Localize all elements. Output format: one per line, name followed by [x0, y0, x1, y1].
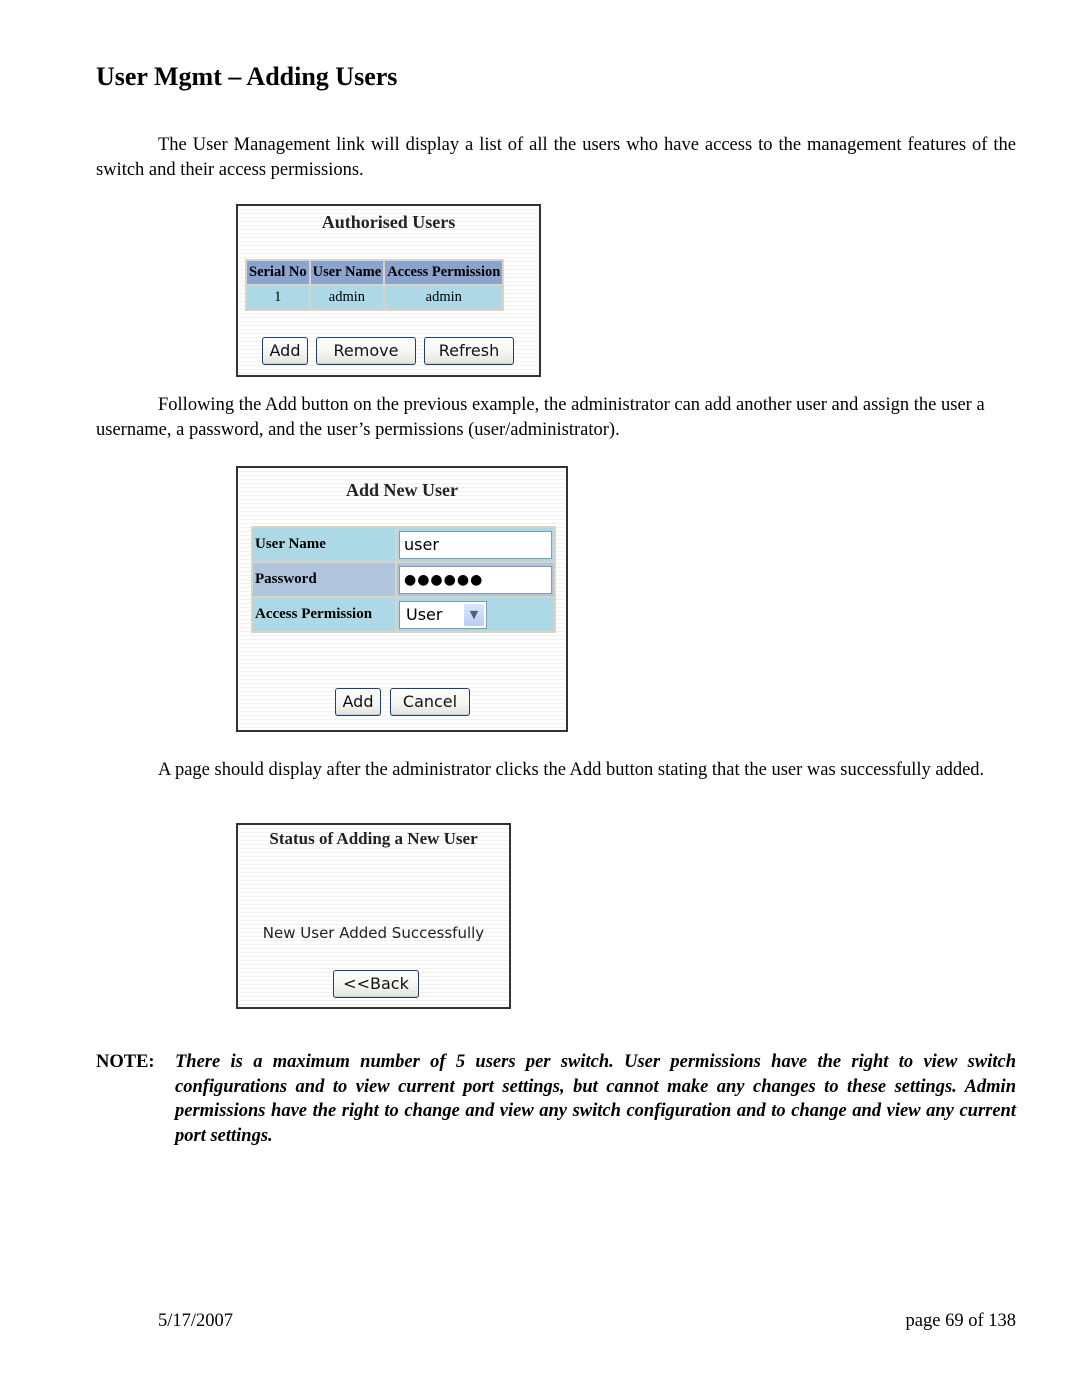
- status-message: New User Added Successfully: [262, 924, 485, 942]
- user-name-input[interactable]: [399, 530, 552, 559]
- note-label: NOTE:: [96, 1052, 155, 1072]
- access-permission-label: Access Permission: [253, 598, 395, 631]
- form-row-access-permission: Access Permission User ▼: [253, 598, 554, 631]
- column-header-serial-no: Serial No: [247, 261, 309, 284]
- status-title: Status of Adding a New User: [269, 829, 478, 848]
- status-instructions-paragraph: A page should display after the administ…: [96, 758, 1016, 783]
- cell-serial-no: 1: [247, 286, 309, 309]
- authorised-users-title: Authorised Users: [321, 212, 456, 232]
- note-text: There is a maximum number of 5 users per…: [175, 1052, 1016, 1146]
- password-label: Password: [253, 563, 395, 596]
- password-input[interactable]: [399, 565, 552, 594]
- cancel-button[interactable]: Cancel: [390, 688, 470, 716]
- cell-user-name: admin: [310, 286, 384, 309]
- status-instructions-text: A page should display after the administ…: [158, 760, 985, 780]
- column-header-access-permission: Access Permission: [385, 261, 503, 284]
- authorised-users-screenshot: Authorised Users Serial No User Name Acc…: [236, 204, 541, 377]
- page-title: User Mgmt – Adding Users: [96, 62, 398, 91]
- footer-page-number: page 69 of 138: [905, 1311, 1016, 1331]
- user-name-cell: [397, 528, 554, 561]
- password-cell: [397, 563, 554, 596]
- access-permission-selected-value: User: [406, 604, 443, 624]
- status-screenshot: Status of Adding a New User New User Add…: [236, 823, 511, 1009]
- add-button[interactable]: Add: [262, 337, 308, 365]
- table-header-row: Serial No User Name Access Permission: [247, 261, 503, 284]
- add-new-user-screenshot: Add New User User Name Password Access P…: [236, 466, 568, 732]
- footer-date: 5/17/2007: [158, 1311, 234, 1331]
- column-header-user-name: User Name: [310, 261, 384, 284]
- cell-access-permission: admin: [385, 286, 503, 309]
- add-instructions-text: Following the Add button on the previous…: [96, 395, 985, 440]
- add-user-button[interactable]: Add: [335, 688, 381, 716]
- access-permission-cell: User ▼: [397, 598, 554, 631]
- note: NOTE: There is a maximum number of 5 use…: [96, 1050, 1016, 1148]
- form-row-password: Password: [253, 563, 554, 596]
- back-button[interactable]: <<Back: [333, 970, 419, 998]
- chevron-down-icon[interactable]: ▼: [464, 603, 484, 626]
- authorised-users-table: Serial No User Name Access Permission 1 …: [245, 259, 505, 311]
- add-user-form: User Name Password Access Permission Use…: [251, 526, 556, 633]
- add-new-user-title: Add New User: [346, 480, 458, 500]
- access-permission-select[interactable]: User ▼: [399, 600, 487, 629]
- refresh-button[interactable]: Refresh: [424, 337, 514, 365]
- table-row[interactable]: 1 admin admin: [247, 286, 503, 309]
- intro-text: The User Management link will display a …: [96, 135, 1016, 180]
- user-name-label: User Name: [253, 528, 395, 561]
- add-instructions-paragraph: Following the Add button on the previous…: [96, 393, 1016, 442]
- form-row-user-name: User Name: [253, 528, 554, 561]
- remove-button[interactable]: Remove: [316, 337, 416, 365]
- intro-paragraph: The User Management link will display a …: [96, 133, 1016, 182]
